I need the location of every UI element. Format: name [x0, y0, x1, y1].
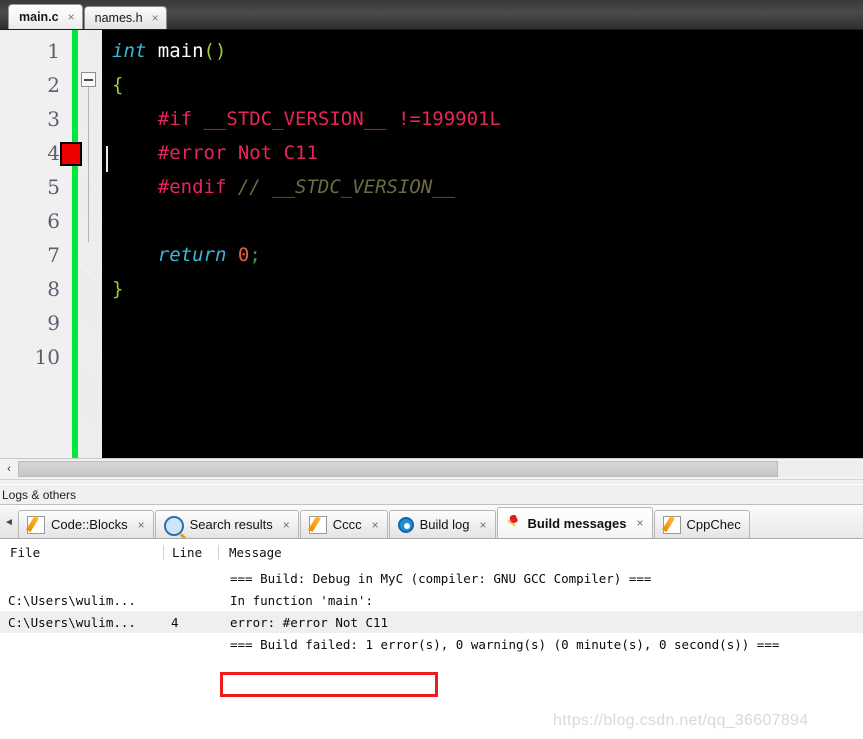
tab-label: Build messages — [527, 515, 627, 531]
close-icon[interactable]: × — [138, 518, 145, 532]
tab-codeblocks[interactable]: Code::Blocks × — [18, 510, 154, 538]
table-header: File Line Message — [0, 539, 863, 567]
pin-icon — [506, 515, 522, 531]
codeblocks-window: main.c × names.h × 1 2 3 4 5 6 7 8 9 10 — [0, 0, 863, 739]
line-number: 3 — [47, 107, 60, 131]
close-icon[interactable]: × — [637, 516, 644, 530]
line-number: 7 — [47, 243, 60, 267]
tab-cppcheck[interactable]: CppChec — [653, 510, 750, 538]
editor-horizontal-scrollbar[interactable]: ‹ — [0, 458, 863, 479]
tab-build-messages[interactable]: Build messages × — [496, 507, 653, 538]
close-icon[interactable]: × — [152, 12, 159, 24]
table-row[interactable]: === Build failed: 1 error(s), 0 warning(… — [0, 633, 863, 655]
line-number: 2 — [47, 73, 60, 97]
line-number: 10 — [34, 345, 60, 369]
changed-lines-bar — [72, 30, 78, 458]
scrollbar-track[interactable] — [18, 461, 861, 477]
error-marker-icon[interactable] — [60, 142, 82, 166]
code-line-3: #if __STDC_VERSION__ !=199901L — [102, 102, 863, 136]
scrollbar-thumb[interactable] — [18, 461, 778, 477]
tab-scroll-left-icon[interactable]: ◄ — [0, 506, 18, 538]
cell-file: C:\Users\wulim... — [8, 592, 136, 608]
fold-line — [88, 87, 89, 242]
line-number-gutter: 1 2 3 4 5 6 7 8 9 10 — [0, 30, 82, 458]
pencil-icon — [308, 515, 327, 534]
editor-tab-main-c[interactable]: main.c × — [8, 4, 83, 29]
build-messages-list[interactable]: File Line Message === Build: Debug in My… — [0, 538, 863, 739]
keyword-return: return — [157, 244, 227, 266]
line-number: 5 — [47, 175, 60, 199]
line-number: 6 — [47, 209, 60, 233]
fold-margin[interactable] — [78, 30, 102, 458]
table-row[interactable]: C:\Users\wulim... In function 'main': — [0, 589, 863, 611]
magnifier-icon — [163, 515, 184, 536]
table-row[interactable]: === Build: Debug in MyC (compiler: GNU G… — [0, 567, 863, 589]
code-comment: // __STDC_VERSION__ — [237, 176, 456, 198]
source-editor[interactable]: 1 2 3 4 5 6 7 8 9 10 int main() { #if __… — [0, 29, 863, 458]
cell-message: error: #error Not C11 — [230, 614, 389, 630]
tab-search-results[interactable]: Search results × — [154, 510, 299, 538]
tab-build-log[interactable]: Build log × — [388, 510, 496, 538]
logs-tab-bar: ◄ Code::Blocks × Search results × Cccc ×… — [0, 504, 863, 538]
tab-label: CppChec — [686, 517, 741, 532]
cell-line: 4 — [171, 614, 179, 630]
editor-tab-names-h[interactable]: names.h × — [83, 6, 167, 29]
cell-file: C:\Users\wulim... — [8, 614, 136, 630]
pencil-icon — [27, 515, 45, 534]
semicolon: ; — [249, 244, 261, 266]
editor-tab-label: main.c — [19, 10, 59, 24]
scroll-left-icon[interactable]: ‹ — [0, 460, 18, 478]
cell-message: In function 'main': — [230, 592, 373, 608]
line-number: 8 — [47, 277, 60, 301]
close-icon[interactable]: × — [283, 518, 290, 532]
column-header-line[interactable]: Line — [163, 545, 218, 560]
open-brace: { — [112, 74, 124, 96]
code-line-5: #endif // __STDC_VERSION__ — [102, 170, 863, 204]
column-header-message[interactable]: Message — [218, 545, 863, 560]
text-caret — [106, 146, 108, 172]
line-number: 1 — [47, 39, 60, 63]
code-line-8: } — [102, 272, 863, 306]
tab-cccc[interactable]: Cccc × — [299, 510, 388, 538]
editor-tab-label: names.h — [94, 11, 143, 25]
number-literal: 0 — [237, 244, 250, 266]
close-icon[interactable]: × — [68, 11, 75, 23]
gear-icon — [397, 516, 414, 533]
logs-panel-title: Logs & others — [0, 485, 863, 504]
tab-label: Build log — [419, 517, 470, 532]
code-line-2: { — [102, 68, 863, 102]
cell-message: === Build: Debug in MyC (compiler: GNU G… — [230, 570, 652, 586]
column-header-file[interactable]: File — [0, 545, 163, 560]
function-name-main: main — [157, 40, 204, 62]
table-row-error-selected[interactable]: C:\Users\wulim... 4 error: #error Not C1… — [0, 611, 863, 633]
cell-message: === Build failed: 1 error(s), 0 warning(… — [230, 636, 780, 652]
line-number: 9 — [47, 311, 60, 335]
close-icon[interactable]: × — [372, 518, 379, 532]
fold-toggle-icon[interactable] — [81, 72, 96, 87]
code-line-4: #error Not C11 — [102, 136, 863, 170]
tab-label: Cccc — [332, 517, 362, 532]
close-brace: } — [112, 278, 124, 300]
pencil-icon — [662, 515, 681, 534]
editor-tab-bar: main.c × names.h × — [0, 0, 863, 29]
parentheses: () — [203, 40, 227, 62]
preprocessor-if: #if __STDC_VERSION__ !=199901L — [112, 108, 501, 130]
tab-label: Code::Blocks — [51, 517, 128, 532]
keyword-int: int — [112, 40, 147, 62]
preprocessor-error: #error Not C11 — [112, 142, 318, 164]
tab-label: Search results — [189, 517, 273, 532]
close-icon[interactable]: × — [480, 518, 487, 532]
code-line-7: return 0; — [102, 238, 863, 272]
code-line-1: int main() — [102, 34, 863, 68]
code-text-area[interactable]: int main() { #if __STDC_VERSION__ !=1999… — [102, 30, 863, 458]
preprocessor-endif: #endif — [112, 176, 238, 198]
